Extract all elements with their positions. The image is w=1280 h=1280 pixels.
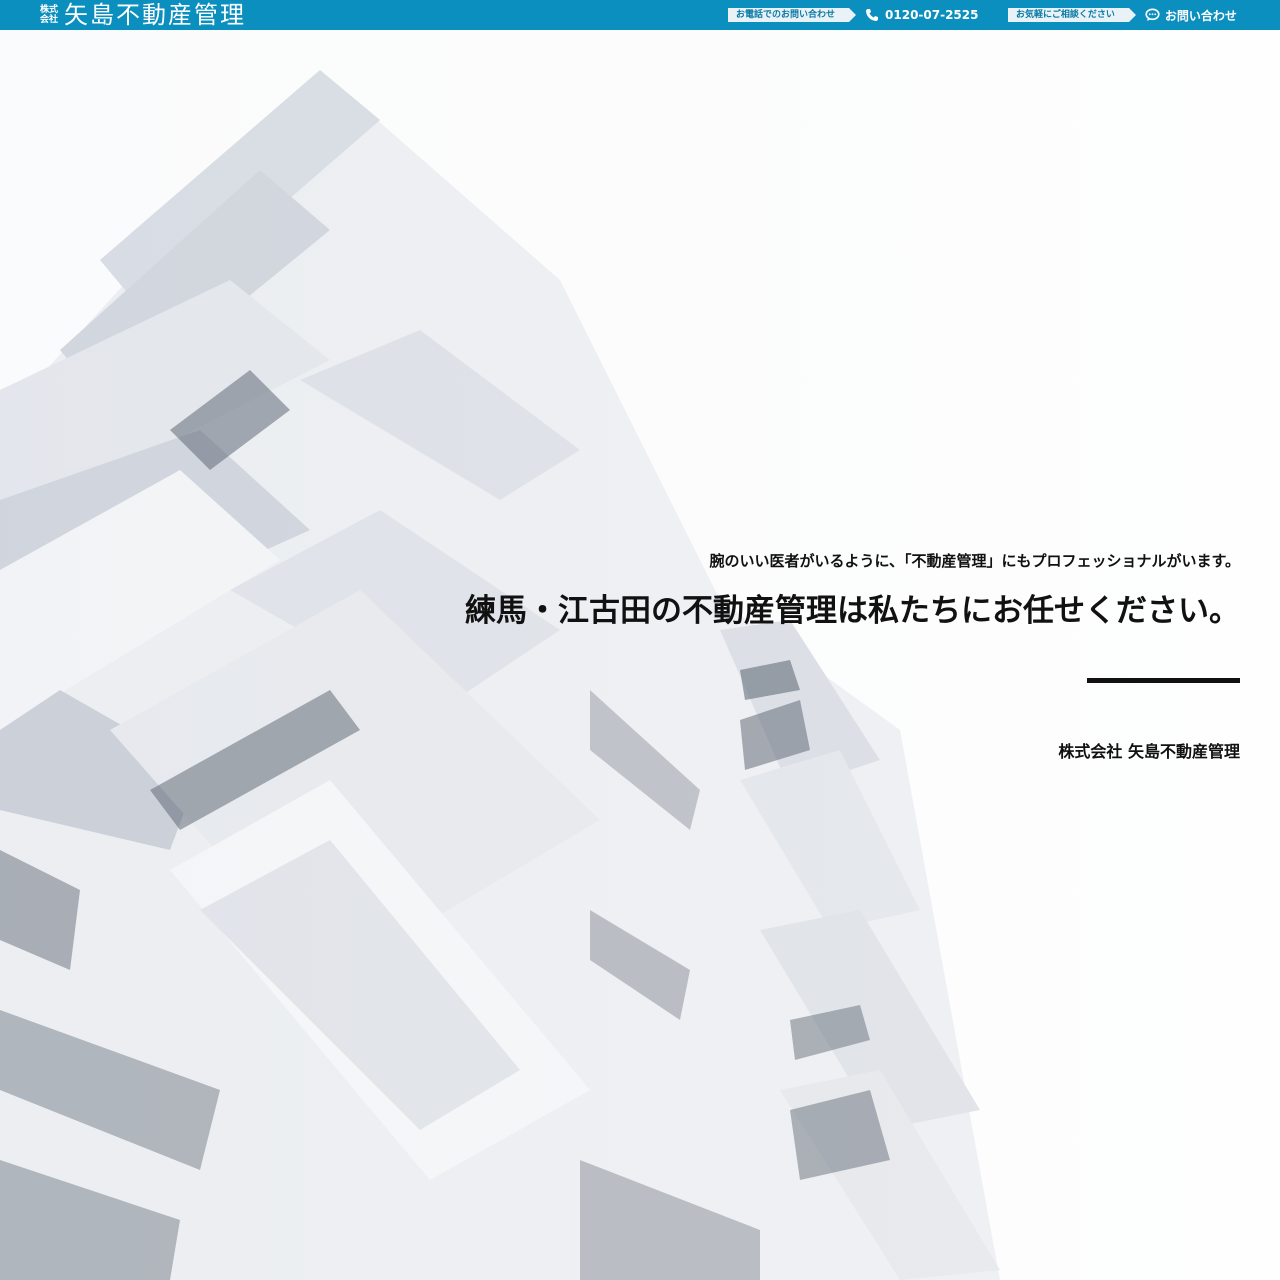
- chat-bubble-icon: [1145, 8, 1160, 22]
- phone-contact-group: お電話でのお問い合わせ 0120-07-2525: [728, 6, 978, 24]
- phone-number-link[interactable]: 0120-07-2525: [865, 8, 978, 22]
- hero-divider: [1087, 678, 1240, 683]
- consult-tag: お気軽にご相談ください: [1008, 8, 1136, 22]
- hero-subcopy: 腕のいい医者がいるように、「不動産管理」にもプロフェッショナルがいます。: [709, 552, 1240, 570]
- phone-icon: [865, 8, 879, 22]
- logo-prefix-top: 株式: [40, 5, 59, 15]
- building-photo: [0, 30, 1280, 1280]
- hero-company-name: 株式会社 矢島不動産管理: [1058, 742, 1240, 761]
- logo-prefix-bottom: 会社: [40, 15, 59, 25]
- phone-number: 0120-07-2525: [885, 8, 979, 22]
- site-header: 株式 会社 矢島不動産管理 お電話でのお問い合わせ 0120-07-2525 お…: [0, 0, 1280, 30]
- contact-link[interactable]: お問い合わせ: [1145, 7, 1237, 24]
- logo-company-type: 株式 会社: [40, 5, 58, 25]
- logo-name: 矢島不動産管理: [64, 1, 247, 29]
- site-logo[interactable]: 株式 会社 矢島不動産管理: [40, 0, 246, 30]
- contact-group: お気軽にご相談ください お問い合わせ: [1008, 6, 1237, 24]
- contact-label: お問い合わせ: [1164, 8, 1237, 23]
- hero-maincopy: 練馬・江古田の不動産管理は私たちにお任せください。: [465, 593, 1240, 629]
- phone-tag: お電話でのお問い合わせ: [728, 8, 857, 22]
- hero-section: 腕のいい医者がいるように、「不動産管理」にもプロフェッショナルがいます。 練馬・…: [0, 30, 1280, 1280]
